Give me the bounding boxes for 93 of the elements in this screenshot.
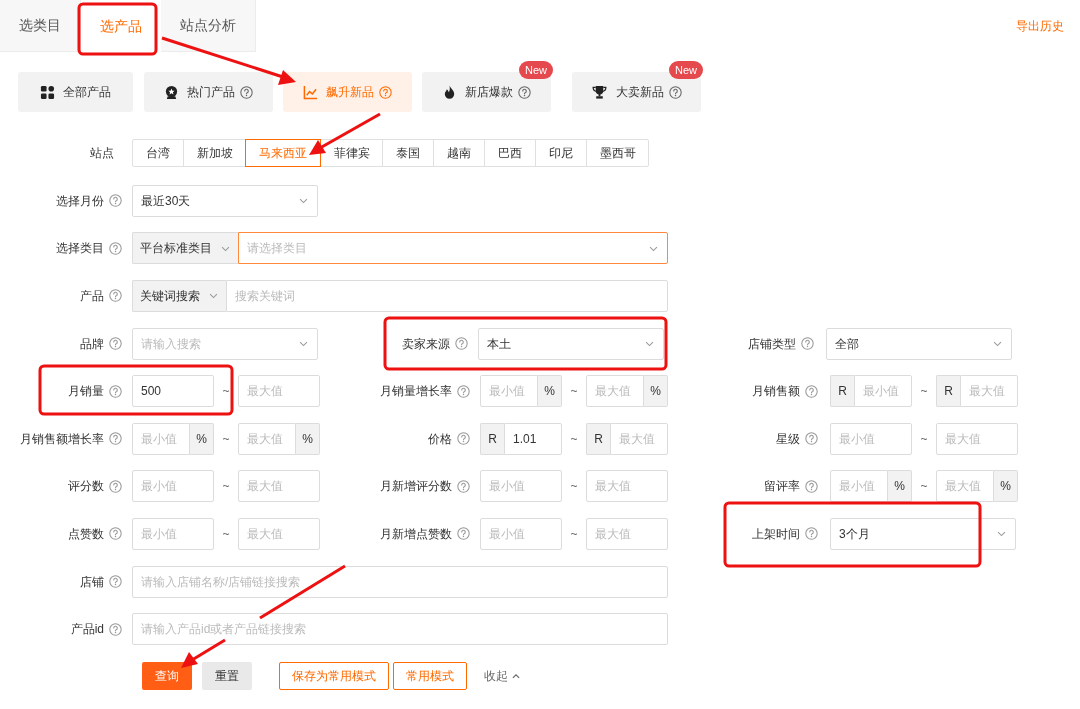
max-input[interactable]: 最大值	[610, 422, 668, 455]
new-badge: New	[519, 61, 553, 79]
range-separator: ~	[569, 383, 579, 401]
unit-label: R	[480, 422, 504, 455]
min-input[interactable]: 最小值	[480, 375, 538, 408]
range-separator: ~	[569, 478, 579, 496]
site-option[interactable]: 印尼	[535, 139, 587, 167]
field-label: 点赞数	[68, 525, 104, 543]
max-input[interactable]: 最大值	[586, 470, 668, 503]
field-label: 上架时间	[752, 525, 800, 543]
search-input[interactable]: 搜索关键词	[226, 280, 668, 312]
medal-icon	[164, 84, 179, 100]
max-input[interactable]: 最大值	[936, 470, 994, 503]
field-label: 卖家来源	[402, 335, 450, 353]
select-field[interactable]: 最近30天	[132, 184, 318, 217]
max-input[interactable]: 最大值	[960, 375, 1018, 408]
unit-label: R	[830, 375, 854, 408]
site-option[interactable]: 墨西哥	[586, 139, 649, 167]
site-option[interactable]: 巴西	[484, 139, 536, 167]
field-label: 评分数	[68, 478, 104, 496]
min-input[interactable]: 最小值	[854, 375, 912, 408]
site-option[interactable]: 台湾	[132, 139, 184, 167]
min-input[interactable]: 最小值	[132, 517, 214, 550]
range-separator: ~	[569, 525, 579, 543]
unit-label: %	[888, 470, 912, 503]
max-input[interactable]: 最大值	[238, 422, 296, 455]
field-label: 月销售额	[752, 383, 800, 401]
range-separator: ~	[919, 383, 929, 401]
search-input[interactable]: 请输入产品id或者产品链接搜索	[132, 613, 668, 646]
min-input[interactable]: 最小值	[132, 470, 214, 503]
trend-chart-icon	[303, 84, 318, 100]
range-separator: ~	[221, 525, 231, 543]
min-input[interactable]: 500	[132, 375, 214, 408]
site-option[interactable]: 新加坡	[183, 139, 246, 167]
max-input[interactable]: 最大值	[238, 375, 320, 408]
min-input[interactable]: 最小值	[480, 470, 562, 503]
type-dropdown[interactable]: 关键词搜索	[132, 280, 226, 312]
category-button[interactable]: 全部产品	[18, 72, 133, 112]
search-input[interactable]: 请输入店铺名称/店铺链接搜索	[132, 565, 668, 598]
unit-label: R	[586, 422, 610, 455]
field-label: 选择类目	[56, 240, 104, 258]
reset-button[interactable]: 重置	[202, 661, 252, 690]
max-input[interactable]: 最大值	[936, 422, 1018, 455]
unit-label: %	[994, 470, 1018, 503]
field-label: 月销售额增长率	[20, 430, 104, 448]
unit-label: %	[296, 422, 320, 455]
field-label: 月新增点赞数	[380, 525, 452, 543]
new-badge: New	[669, 61, 703, 79]
flame-icon	[442, 84, 457, 100]
field-label: 产品id	[70, 621, 104, 639]
field-label: 品牌	[80, 335, 104, 353]
max-input[interactable]: 最大值	[238, 517, 320, 550]
field-label: 月销量	[68, 383, 104, 401]
site-option[interactable]: 越南	[433, 139, 485, 167]
range-separator: ~	[221, 383, 231, 401]
min-input[interactable]: 最小值	[480, 517, 562, 550]
select-field[interactable]: 3个月	[830, 517, 1016, 550]
max-input[interactable]: 最大值	[586, 375, 644, 408]
select-field[interactable]: 全部	[826, 327, 1012, 360]
trophy-icon	[591, 84, 608, 100]
unit-label: %	[538, 375, 562, 408]
field-label: 月销量增长率	[380, 383, 452, 401]
min-input[interactable]: 最小值	[830, 422, 912, 455]
min-input[interactable]: 最小值	[132, 422, 190, 455]
range-separator: ~	[919, 430, 929, 448]
field-label: 产品	[80, 288, 104, 305]
range-separator: ~	[221, 430, 231, 448]
field-label: 选择月份	[56, 192, 104, 210]
field-label: 留评率	[764, 478, 800, 496]
field-label: 星级	[776, 430, 800, 448]
max-input[interactable]: 最大值	[586, 517, 668, 550]
field-label: 月新增评分数	[380, 478, 452, 496]
unit-label: %	[190, 422, 214, 455]
min-input[interactable]: 1.01	[504, 422, 562, 455]
tab[interactable]: 选类目	[0, 0, 81, 52]
field-label: 店铺	[80, 573, 104, 591]
unit-label: %	[644, 375, 668, 408]
unit-label: R	[936, 375, 960, 408]
collapse-link[interactable]: 收起	[484, 661, 521, 690]
field-label: 站点	[89, 145, 114, 162]
field-label: 价格	[428, 430, 452, 448]
tab[interactable]: 站点分析	[161, 0, 256, 52]
range-separator: ~	[569, 430, 579, 448]
range-separator: ~	[221, 478, 231, 496]
max-input[interactable]: 最大值	[238, 470, 320, 503]
category-button[interactable]: 热门产品	[144, 72, 273, 112]
select-field[interactable]: 本土	[478, 327, 664, 360]
grid-icon	[40, 84, 55, 100]
min-input[interactable]: 最小值	[830, 470, 888, 503]
range-separator: ~	[919, 478, 929, 496]
site-option[interactable]: 泰国	[382, 139, 434, 167]
field-label: 店铺类型	[748, 335, 796, 353]
type-dropdown[interactable]: 平台标准类目	[132, 232, 238, 265]
